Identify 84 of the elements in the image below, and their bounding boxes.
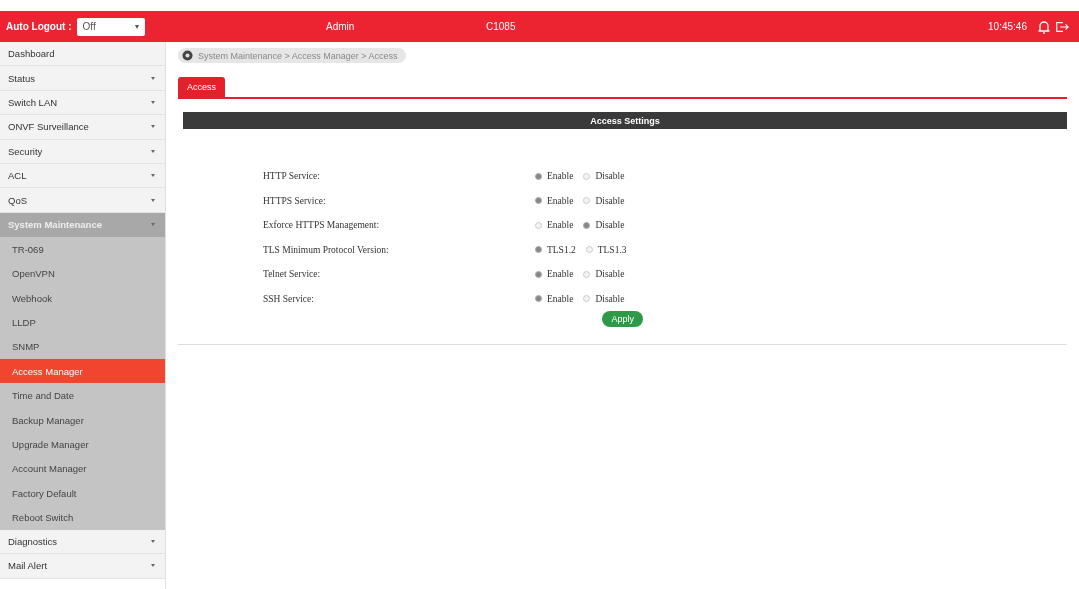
tab[interactable]: Access [178,77,225,97]
sidebar-subitem[interactable]: SNMP [0,334,165,360]
sidebar-item[interactable]: Status [0,66,165,91]
caret-icon [151,198,155,202]
breadcrumb-path: System Maintenance > Access Manager > Access [198,50,398,61]
clock-time: 10:45:46 [988,21,1027,32]
device-model: C1085 [486,21,517,32]
sidebar-subitem[interactable]: OpenVPN [0,261,165,286]
radio-label: TLS1.3 [597,244,627,255]
caret-icon [151,223,155,227]
radio-button[interactable] [583,270,591,278]
radio-label: Enable [547,293,574,304]
setting-label: SSH Service: [263,293,315,304]
bell-icon[interactable] [1037,19,1051,34]
auto-logout-label: Auto Logout : [6,21,72,32]
radio-label: Disable [595,220,625,231]
radio-label: Disable [595,171,625,182]
sidebar-subitem[interactable]: Account Manager [0,456,165,482]
caret-icon [151,174,155,178]
radio-button[interactable] [535,246,542,254]
caret-icon [151,540,155,543]
setting-label: HTTPS Service: [263,195,327,206]
radio-label: Enable [547,269,574,280]
setting-label: HTTP Service: [263,171,321,182]
radio-label: Enable [547,220,574,231]
sidebar-subitem[interactable]: Backup Manager [0,407,165,433]
radio-label: Enable [547,195,574,206]
radio-button[interactable] [585,246,593,254]
radio-button[interactable] [583,221,591,229]
logout-icon[interactable] [1055,19,1069,34]
radio-label: TLS1.2 [547,244,576,255]
radio-option[interactable]: Enable [535,195,574,206]
sidebar-item[interactable]: Diagnostics [0,529,165,555]
caret-icon [151,125,155,129]
setting-label: TLS Minimum Protocol Version: [263,244,390,255]
sidebar-subitem[interactable]: Reboot Switch [0,505,165,530]
radio-label: Enable [547,171,574,182]
caret-icon [151,76,155,80]
radio-option[interactable]: Enable [535,220,574,231]
radio-label: Disable [595,269,625,280]
radio-option[interactable]: Disable [583,220,625,231]
sidebar-item[interactable]: Security [0,139,165,164]
sidebar-item[interactable]: QoS [0,188,165,213]
sidebar-subitem[interactable]: Access Manager [0,359,165,384]
radio-button[interactable] [583,197,591,205]
radio-option[interactable]: Enable [535,293,574,304]
setting-label: Exforce HTTPS Management: [263,220,381,231]
caret-icon [151,149,155,153]
sidebar-item[interactable]: ACL [0,163,165,189]
radio-option[interactable]: Disable [583,293,625,304]
sidebar-subitem[interactable]: Webhook [0,285,165,311]
sidebar-subitem[interactable]: Time and Date [0,383,165,408]
radio-label: Disable [595,293,625,304]
radio-label: Disable [595,195,625,206]
radio-option[interactable]: TLS1.3 [585,244,627,255]
sidebar-item[interactable]: Mail Alert [0,554,165,579]
sidebar-subitem[interactable]: Upgrade Manager [0,432,165,457]
radio-option[interactable]: Enable [535,171,574,182]
sidebar-subitem[interactable]: Factory Default [0,481,165,506]
sidebar-subitem[interactable]: TR-069 [0,237,165,262]
radio-option[interactable]: Disable [583,171,625,182]
radio-button[interactable] [535,221,542,229]
radio-button[interactable] [535,172,542,180]
radio-option[interactable]: Disable [583,269,625,280]
setting-label: Telnet Service: [263,269,322,280]
sidebar-item[interactable]: Dashboard [0,42,165,67]
caret-icon [134,24,139,29]
sidebar-subitem[interactable]: LLDP [0,310,165,335]
auto-logout-select[interactable]: Off [76,17,145,36]
radio-button[interactable] [535,295,542,303]
sidebar-item[interactable]: Switch LAN [0,90,165,116]
radio-button[interactable] [583,295,591,303]
radio-button[interactable] [535,197,542,205]
radio-option[interactable]: Disable [583,195,625,206]
user-name: Admin [326,21,356,32]
sidebar-item[interactable]: ONVF Surveillance [0,115,165,140]
radio-option[interactable]: TLS1.2 [535,244,576,255]
radio-option[interactable]: Enable [535,269,574,280]
section-header: Access Settings [183,112,1067,129]
radio-button[interactable] [583,172,591,180]
apply-button[interactable]: Apply [602,311,643,327]
caret-icon [151,100,155,104]
radio-button[interactable] [535,270,542,278]
caret-icon [151,564,155,568]
